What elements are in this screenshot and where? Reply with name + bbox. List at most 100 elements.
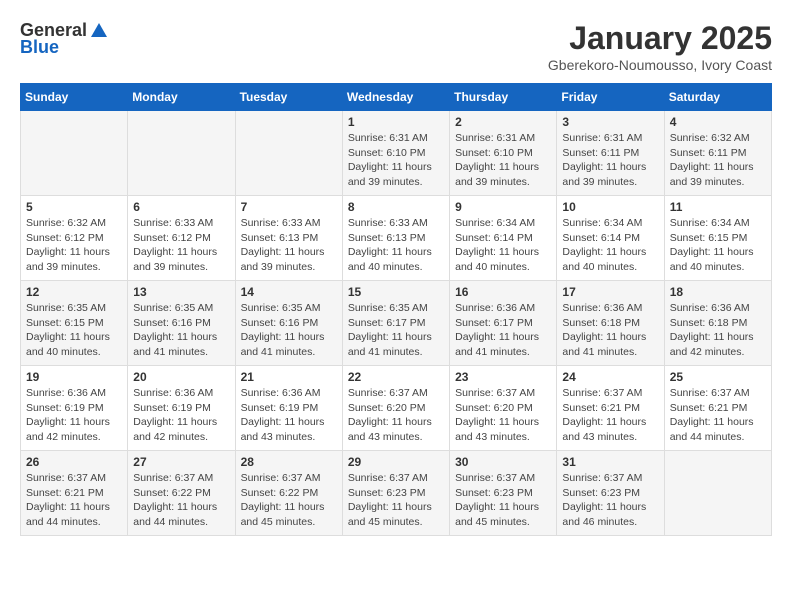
calendar-cell: 21Sunrise: 6:36 AM Sunset: 6:19 PM Dayli… (235, 366, 342, 451)
calendar-cell: 17 Sunrise: 6:36 AM Sunset: 6:18 PM Dayli… (557, 281, 664, 366)
calendar-cell: 13 Sunrise: 6:35 AM Sunset: 6:16 PM Dayli… (128, 281, 235, 366)
day-header-saturday: Saturday (664, 84, 771, 111)
calendar-cell: 8 Sunrise: 6:33 AM Sunset: 6:13 PM Daylig… (342, 196, 449, 281)
day-info: Sunrise: 6:34 AM Sunset: 6:14 PM Dayligh… (455, 216, 551, 275)
calendar-cell: 15 Sunrise: 6:35 AM Sunset: 6:17 PM Dayli… (342, 281, 449, 366)
logo-blue: Blue (20, 37, 59, 58)
day-number: 9 (455, 200, 551, 214)
calendar-cell: 18 Sunrise: 6:36 AM Sunset: 6:18 PM Dayli… (664, 281, 771, 366)
day-number: 17 (562, 285, 658, 299)
calendar-cell: 3 Sunrise: 6:31 AM Sunset: 6:11 PM Daylig… (557, 111, 664, 196)
calendar-cell: 9 Sunrise: 6:34 AM Sunset: 6:14 PM Daylig… (450, 196, 557, 281)
day-info: Sunrise: 6:35 AM Sunset: 6:15 PM Dayligh… (26, 301, 122, 360)
day-number: 26 (26, 455, 122, 469)
calendar-cell: 6Sunrise: 6:33 AM Sunset: 6:12 PM Daylig… (128, 196, 235, 281)
day-info: Sunrise: 6:36 AM Sunset: 6:19 PM Dayligh… (133, 386, 229, 445)
calendar-cell: 14 Sunrise: 6:35 AM Sunset: 6:16 PM Dayli… (235, 281, 342, 366)
calendar-cell: 24 Sunrise: 6:37 AM Sunset: 6:21 PM Dayli… (557, 366, 664, 451)
page-header: General Blue January 2025 Gberekoro-Noum… (20, 20, 772, 73)
day-info: Sunrise: 6:31 AM Sunset: 6:10 PM Dayligh… (348, 131, 444, 190)
day-info: Sunrise: 6:37 AM Sunset: 6:20 PM Dayligh… (455, 386, 551, 445)
day-number: 16 (455, 285, 551, 299)
calendar-cell (664, 451, 771, 536)
day-number: 8 (348, 200, 444, 214)
week-row-1: 1 Sunrise: 6:31 AM Sunset: 6:10 PM Daylig… (21, 111, 772, 196)
calendar-cell (128, 111, 235, 196)
day-info: Sunrise: 6:36 AM Sunset: 6:19 PM Dayligh… (26, 386, 122, 445)
day-number: 7 (241, 200, 337, 214)
calendar-cell: 28Sunrise: 6:37 AM Sunset: 6:22 PM Dayli… (235, 451, 342, 536)
day-number: 12 (26, 285, 122, 299)
day-number: 10 (562, 200, 658, 214)
day-number: 13 (133, 285, 229, 299)
calendar-cell (21, 111, 128, 196)
calendar-title: January 2025 (548, 20, 772, 57)
day-info: Sunrise: 6:32 AM Sunset: 6:11 PM Dayligh… (670, 131, 766, 190)
day-number: 3 (562, 115, 658, 129)
week-row-5: 26Sunrise: 6:37 AM Sunset: 6:21 PM Dayli… (21, 451, 772, 536)
day-header-thursday: Thursday (450, 84, 557, 111)
day-info: Sunrise: 6:37 AM Sunset: 6:20 PM Dayligh… (348, 386, 444, 445)
day-info: Sunrise: 6:35 AM Sunset: 6:16 PM Dayligh… (241, 301, 337, 360)
day-number: 27 (133, 455, 229, 469)
calendar-cell: 22Sunrise: 6:37 AM Sunset: 6:20 PM Dayli… (342, 366, 449, 451)
day-header-monday: Monday (128, 84, 235, 111)
day-number: 24 (562, 370, 658, 384)
day-number: 19 (26, 370, 122, 384)
day-number: 4 (670, 115, 766, 129)
days-header-row: SundayMondayTuesdayWednesdayThursdayFrid… (21, 84, 772, 111)
day-info: Sunrise: 6:37 AM Sunset: 6:23 PM Dayligh… (455, 471, 551, 530)
week-row-4: 19 Sunrise: 6:36 AM Sunset: 6:19 PM Dayli… (21, 366, 772, 451)
calendar-cell (235, 111, 342, 196)
week-row-3: 12 Sunrise: 6:35 AM Sunset: 6:15 PM Dayli… (21, 281, 772, 366)
calendar-cell: 7 Sunrise: 6:33 AM Sunset: 6:13 PM Daylig… (235, 196, 342, 281)
calendar-subtitle: Gberekoro-Noumousso, Ivory Coast (548, 57, 772, 73)
day-info: Sunrise: 6:32 AM Sunset: 6:12 PM Dayligh… (26, 216, 122, 275)
day-info: Sunrise: 6:37 AM Sunset: 6:21 PM Dayligh… (562, 386, 658, 445)
day-info: Sunrise: 6:37 AM Sunset: 6:23 PM Dayligh… (562, 471, 658, 530)
day-number: 2 (455, 115, 551, 129)
day-number: 30 (455, 455, 551, 469)
day-info: Sunrise: 6:36 AM Sunset: 6:17 PM Dayligh… (455, 301, 551, 360)
day-info: Sunrise: 6:36 AM Sunset: 6:18 PM Dayligh… (670, 301, 766, 360)
calendar-cell: 30 Sunrise: 6:37 AM Sunset: 6:23 PM Dayli… (450, 451, 557, 536)
day-header-sunday: Sunday (21, 84, 128, 111)
calendar-cell: 26Sunrise: 6:37 AM Sunset: 6:21 PM Dayli… (21, 451, 128, 536)
week-row-2: 5Sunrise: 6:32 AM Sunset: 6:12 PM Daylig… (21, 196, 772, 281)
day-info: Sunrise: 6:37 AM Sunset: 6:21 PM Dayligh… (670, 386, 766, 445)
calendar-cell: 25 Sunrise: 6:37 AM Sunset: 6:21 PM Dayli… (664, 366, 771, 451)
day-info: Sunrise: 6:36 AM Sunset: 6:18 PM Dayligh… (562, 301, 658, 360)
day-info: Sunrise: 6:31 AM Sunset: 6:11 PM Dayligh… (562, 131, 658, 190)
day-number: 14 (241, 285, 337, 299)
calendar-cell: 12 Sunrise: 6:35 AM Sunset: 6:15 PM Dayli… (21, 281, 128, 366)
calendar-cell: 10 Sunrise: 6:34 AM Sunset: 6:14 PM Dayli… (557, 196, 664, 281)
calendar-cell: 4 Sunrise: 6:32 AM Sunset: 6:11 PM Daylig… (664, 111, 771, 196)
logo: General Blue (20, 20, 111, 58)
day-info: Sunrise: 6:37 AM Sunset: 6:23 PM Dayligh… (348, 471, 444, 530)
day-number: 15 (348, 285, 444, 299)
day-info: Sunrise: 6:35 AM Sunset: 6:17 PM Dayligh… (348, 301, 444, 360)
day-header-tuesday: Tuesday (235, 84, 342, 111)
calendar-cell: 19 Sunrise: 6:36 AM Sunset: 6:19 PM Dayli… (21, 366, 128, 451)
calendar-cell: 27Sunrise: 6:37 AM Sunset: 6:22 PM Dayli… (128, 451, 235, 536)
logo-icon (89, 21, 109, 41)
day-info: Sunrise: 6:37 AM Sunset: 6:22 PM Dayligh… (241, 471, 337, 530)
calendar-table: SundayMondayTuesdayWednesdayThursdayFrid… (20, 83, 772, 536)
day-info: Sunrise: 6:33 AM Sunset: 6:13 PM Dayligh… (348, 216, 444, 275)
day-number: 1 (348, 115, 444, 129)
calendar-cell: 5Sunrise: 6:32 AM Sunset: 6:12 PM Daylig… (21, 196, 128, 281)
day-info: Sunrise: 6:31 AM Sunset: 6:10 PM Dayligh… (455, 131, 551, 190)
day-info: Sunrise: 6:33 AM Sunset: 6:13 PM Dayligh… (241, 216, 337, 275)
day-number: 18 (670, 285, 766, 299)
day-info: Sunrise: 6:36 AM Sunset: 6:19 PM Dayligh… (241, 386, 337, 445)
day-info: Sunrise: 6:34 AM Sunset: 6:14 PM Dayligh… (562, 216, 658, 275)
day-info: Sunrise: 6:34 AM Sunset: 6:15 PM Dayligh… (670, 216, 766, 275)
title-section: January 2025 Gberekoro-Noumousso, Ivory … (548, 20, 772, 73)
day-info: Sunrise: 6:33 AM Sunset: 6:12 PM Dayligh… (133, 216, 229, 275)
day-info: Sunrise: 6:35 AM Sunset: 6:16 PM Dayligh… (133, 301, 229, 360)
calendar-cell: 1 Sunrise: 6:31 AM Sunset: 6:10 PM Daylig… (342, 111, 449, 196)
day-number: 29 (348, 455, 444, 469)
day-number: 25 (670, 370, 766, 384)
day-header-wednesday: Wednesday (342, 84, 449, 111)
day-number: 31 (562, 455, 658, 469)
